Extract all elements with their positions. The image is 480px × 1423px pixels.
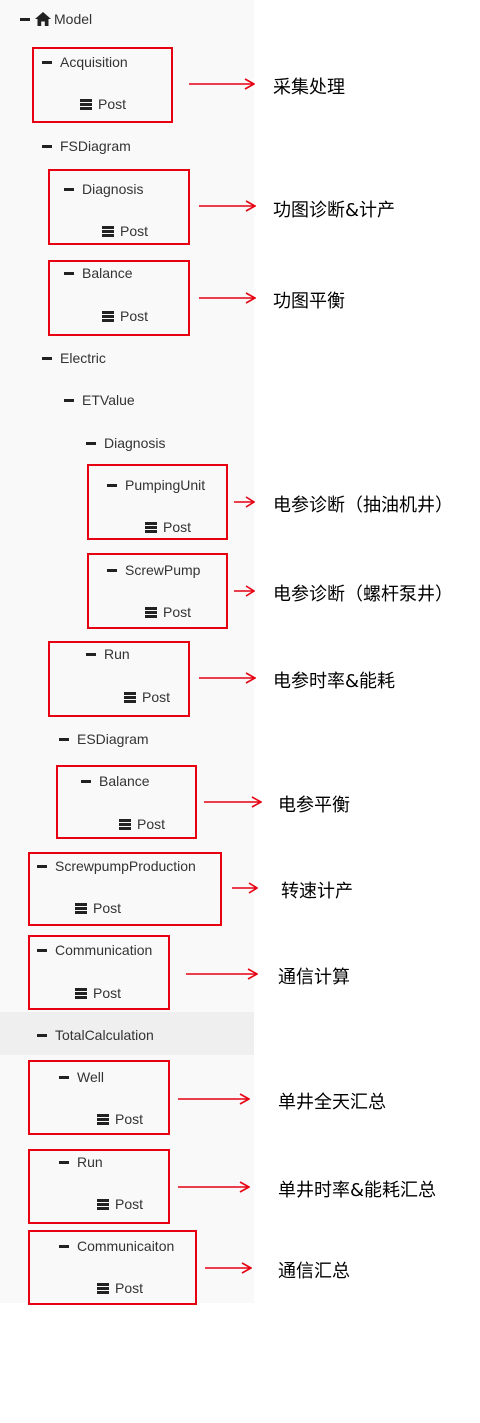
minus-icon[interactable] — [64, 398, 74, 402]
annotation-label: 通信计算 — [278, 967, 350, 988]
arrow-right-icon — [199, 200, 256, 212]
minus-icon[interactable] — [37, 1033, 47, 1037]
minus-icon[interactable] — [42, 144, 52, 148]
annotation-label: 电参诊断（抽油机井） — [273, 495, 453, 516]
annotation-label: 功图诊断&计产 — [273, 200, 396, 221]
annotation-box — [48, 641, 190, 717]
arrow-right-icon — [204, 796, 262, 808]
arrow-right-icon — [178, 1181, 250, 1193]
annotation-box — [28, 1230, 197, 1305]
annotation-label: 单井时率&能耗汇总 — [278, 1180, 437, 1201]
node-label: Electric — [60, 350, 106, 366]
annotation-box — [87, 553, 228, 629]
annotation-box — [48, 169, 190, 245]
tree-node-model[interactable]: Model — [20, 11, 92, 27]
arrow-right-icon — [189, 78, 255, 90]
annotation-box — [56, 765, 197, 839]
annotation-box — [48, 260, 190, 336]
tree-node-fsdiagram[interactable]: FSDiagram — [42, 138, 131, 154]
tree-node-electric[interactable]: Electric — [42, 350, 106, 366]
annotation-label: 通信汇总 — [278, 1261, 350, 1282]
annotation-label: 电参平衡 — [278, 795, 350, 816]
annotation-label: 功图平衡 — [273, 291, 345, 312]
arrow-right-icon — [205, 1262, 252, 1274]
arrow-right-icon — [234, 585, 255, 597]
tree-node-esdiagram[interactable]: ESDiagram — [59, 731, 149, 747]
arrow-right-icon — [178, 1093, 250, 1105]
annotation-box — [28, 1149, 170, 1224]
tree-node-et-diagnosis[interactable]: Diagnosis — [86, 435, 165, 451]
node-label: ESDiagram — [77, 731, 149, 747]
minus-icon[interactable] — [86, 441, 96, 445]
annotation-box — [28, 852, 222, 926]
annotation-box — [87, 464, 228, 540]
annotation-box — [32, 47, 173, 123]
tree-node-etvalue[interactable]: ETValue — [64, 392, 135, 408]
minus-icon[interactable] — [20, 17, 30, 21]
minus-icon[interactable] — [42, 356, 52, 360]
arrow-right-icon — [199, 672, 256, 684]
arrow-right-icon — [199, 292, 256, 304]
annotation-box — [28, 935, 170, 1010]
annotation-label: 单井全天汇总 — [278, 1092, 386, 1113]
home-icon — [35, 12, 51, 26]
arrow-right-icon — [186, 968, 258, 980]
node-label: FSDiagram — [60, 138, 131, 154]
node-label: ETValue — [82, 392, 135, 408]
tree-node-totalcalculation[interactable]: TotalCalculation — [37, 1027, 154, 1043]
arrow-right-icon — [232, 882, 258, 894]
annotation-label: 电参时率&能耗 — [273, 671, 396, 692]
annotation-label: 转速计产 — [281, 881, 353, 902]
annotation-label: 电参诊断（螺杆泵井） — [273, 584, 453, 605]
node-label: Diagnosis — [104, 435, 166, 451]
node-label: Model — [54, 11, 93, 27]
annotation-label: 采集处理 — [273, 77, 345, 98]
arrow-right-icon — [234, 496, 255, 508]
minus-icon[interactable] — [59, 737, 69, 741]
node-label: TotalCalculation — [55, 1027, 154, 1043]
annotation-box — [28, 1060, 170, 1135]
